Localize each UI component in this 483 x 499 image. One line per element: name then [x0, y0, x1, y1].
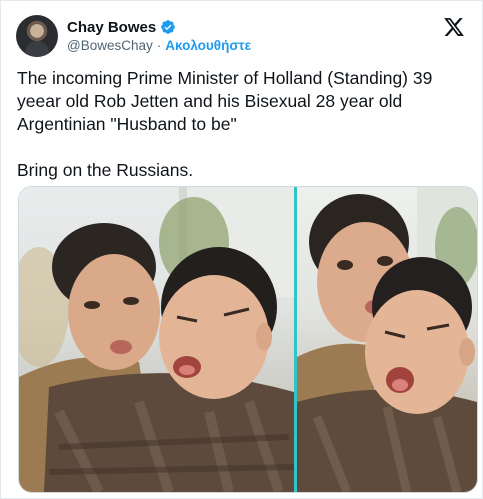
author-handle-row: @BowesChay · Ακολουθήστε [67, 38, 251, 53]
author-name-row: Chay Bowes [67, 17, 176, 37]
follow-button[interactable]: Ακολουθήστε [165, 38, 251, 53]
post-paragraph: The incoming Prime Minister of Holland (… [17, 68, 433, 134]
avatar[interactable] [16, 15, 58, 57]
x-logo-icon[interactable] [443, 16, 465, 38]
media-photo-right[interactable] [297, 187, 477, 492]
post-media[interactable] [18, 186, 478, 493]
post-text: The incoming Prime Minister of Holland (… [17, 67, 467, 182]
photo-illustration-right [297, 187, 477, 492]
post-paragraph: Bring on the Russians. [17, 160, 194, 180]
photo-illustration-left [19, 187, 294, 492]
handle-separator: · [156, 38, 162, 53]
verified-badge-icon [161, 20, 176, 34]
media-photo-left[interactable] [19, 187, 294, 492]
author-handle[interactable]: @BowesChay [67, 38, 153, 53]
post-card: Chay Bowes @BowesChay · Ακολουθήστε The … [0, 0, 483, 499]
author-name[interactable]: Chay Bowes [67, 19, 156, 36]
